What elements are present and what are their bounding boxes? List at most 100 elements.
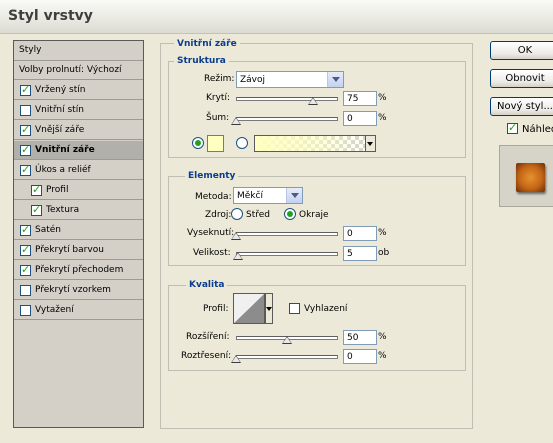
technique-label: Metoda: <box>195 192 232 202</box>
gradient-picker[interactable] <box>254 135 376 152</box>
sidebar-item[interactable]: Vytažení <box>14 301 143 320</box>
source-center-radio[interactable] <box>231 208 243 220</box>
sidebar-item-checkbox[interactable] <box>31 183 42 196</box>
choke-slider-thumb[interactable] <box>231 232 241 240</box>
sidebar-item-checkbox[interactable] <box>20 305 31 316</box>
sidebar-item-checkbox[interactable] <box>20 143 31 156</box>
noise-input[interactable]: 0 <box>343 111 377 126</box>
opacity-unit: % <box>378 93 387 103</box>
caret-down-icon <box>266 307 272 311</box>
glow-color-swatch[interactable] <box>207 135 224 152</box>
style-preview-box <box>499 145 553 207</box>
opacity-slider[interactable] <box>236 97 338 101</box>
sidebar-item-label: Textura <box>46 205 80 215</box>
sidebar-item[interactable]: Vnější záře <box>14 121 143 140</box>
jitter-slider[interactable] <box>236 355 338 359</box>
elements-title: Elementy <box>185 171 239 181</box>
sidebar-item[interactable]: Překrytí přechodem <box>14 261 143 280</box>
sidebar-item-checkbox[interactable] <box>31 203 42 216</box>
jitter-slider-thumb[interactable] <box>231 355 241 363</box>
opacity-input[interactable]: 75 <box>343 91 377 106</box>
ok-button[interactable]: OK <box>490 41 553 60</box>
choke-label: Vyseknutí: <box>187 228 235 238</box>
preview-label: Náhled <box>522 124 553 135</box>
sidebar-item-label: Volby prolnutí: Výchozí <box>19 65 122 75</box>
technique-value: Měkčí <box>237 191 263 201</box>
size-input[interactable]: 5 <box>343 246 377 261</box>
size-unit: ob <box>378 248 390 258</box>
style-preview-swatch <box>516 163 545 192</box>
sidebar-item-checkbox[interactable] <box>20 163 31 176</box>
choke-slider[interactable] <box>236 232 338 236</box>
size-slider-thumb[interactable] <box>233 252 244 260</box>
sidebar-item[interactable]: Profil <box>14 181 143 200</box>
color-radio[interactable] <box>192 137 204 149</box>
jitter-unit: % <box>378 351 387 361</box>
sidebar-item-checkbox[interactable] <box>20 285 31 296</box>
sidebar-item[interactable]: Styly <box>14 41 143 61</box>
antialias-checkbox[interactable] <box>289 303 300 314</box>
sidebar-item[interactable]: Překrytí barvou <box>14 241 143 260</box>
styles-list: Styly Volby prolnutí: Výchozí Vržený stín V… <box>13 40 144 428</box>
contour-preview[interactable] <box>233 293 265 324</box>
range-unit: % <box>378 332 387 342</box>
contour-curve-icon <box>234 294 264 323</box>
sidebar-item[interactable]: Vnitřní stín <box>14 101 143 120</box>
sidebar-item-label: Satén <box>35 225 61 235</box>
quality-title: Kvalita <box>186 280 228 290</box>
choke-input[interactable]: 0 <box>343 226 377 241</box>
sidebar-item[interactable]: Úkos a reliéf <box>14 161 143 180</box>
title-bar: Styl vrstvy <box>0 0 553 34</box>
gradient-dropdown[interactable] <box>365 136 375 151</box>
structure-title: Struktura <box>174 56 229 66</box>
sidebar-item-label: Vytažení <box>35 305 74 315</box>
jitter-label: Roztřesení: <box>181 351 232 361</box>
choke-unit: % <box>378 228 387 238</box>
blend-mode-label: Režim: <box>204 74 235 84</box>
new-style-button[interactable]: Nový styl... <box>490 97 553 116</box>
blend-mode-value: Závoj <box>240 75 266 85</box>
range-label: Rozšíření: <box>186 332 230 342</box>
chevron-down-icon <box>327 72 343 87</box>
sidebar-item-checkbox[interactable] <box>20 243 31 256</box>
sidebar-item[interactable]: Překrytí vzorkem <box>14 281 143 300</box>
source-label: Zdroj: <box>205 210 232 220</box>
noise-label: Šum: <box>206 113 230 123</box>
sidebar-item-label: Úkos a reliéf <box>35 165 91 175</box>
sidebar-item-checkbox[interactable] <box>20 263 31 276</box>
sidebar-item[interactable]: Vržený stín <box>14 81 143 100</box>
sidebar-item-checkbox[interactable] <box>20 223 31 236</box>
sidebar-item-label: Vnitřní záře <box>35 145 95 155</box>
caret-down-icon <box>367 142 373 146</box>
sidebar-item-label: Vržený stín <box>35 85 86 95</box>
sidebar-item[interactable]: Textura <box>14 201 143 220</box>
sidebar-item[interactable]: Vnitřní záře <box>14 141 143 160</box>
sidebar-item-label: Vnitřní stín <box>35 105 84 115</box>
preview-checkbox[interactable] <box>507 121 518 134</box>
source-edge-radio[interactable] <box>284 208 296 220</box>
sidebar-item[interactable]: Satén <box>14 221 143 240</box>
jitter-input[interactable]: 0 <box>343 349 377 364</box>
noise-slider-thumb[interactable] <box>231 117 241 125</box>
window-title: Styl vrstvy <box>8 8 93 24</box>
contour-label: Profil: <box>203 304 229 314</box>
range-slider-thumb[interactable] <box>282 336 292 344</box>
sidebar-item-checkbox[interactable] <box>20 123 31 136</box>
sidebar-item[interactable]: Volby prolnutí: Výchozí <box>14 61 143 80</box>
sidebar-item-checkbox[interactable] <box>20 83 31 96</box>
technique-select[interactable]: Měkčí <box>233 187 303 204</box>
range-input[interactable]: 50 <box>343 330 377 345</box>
contour-dropdown[interactable] <box>265 293 273 324</box>
sidebar-item-label: Překrytí přechodem <box>35 265 124 275</box>
cancel-button[interactable]: Obnovit <box>490 69 553 88</box>
sidebar-item-label: Překrytí vzorkem <box>35 285 111 295</box>
sidebar-item-label: Profil <box>46 185 69 195</box>
sidebar-item-checkbox[interactable] <box>20 105 31 116</box>
blend-mode-select[interactable]: Závoj <box>236 71 344 88</box>
opacity-slider-thumb[interactable] <box>307 97 318 105</box>
opacity-label: Krytí: <box>206 93 230 103</box>
gradient-radio[interactable] <box>236 137 248 149</box>
sidebar-item-label: Překrytí barvou <box>35 245 104 255</box>
noise-slider[interactable] <box>236 117 338 121</box>
size-slider[interactable] <box>236 252 338 256</box>
